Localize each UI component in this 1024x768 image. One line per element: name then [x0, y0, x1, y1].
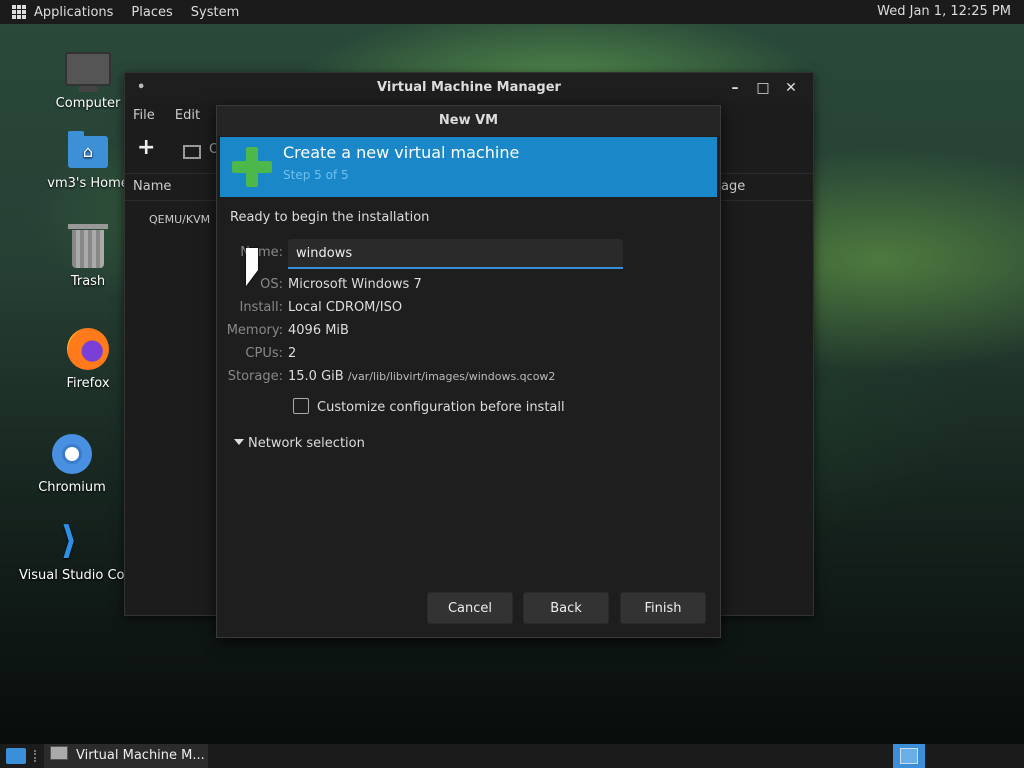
mouse-cursor-icon [246, 248, 258, 286]
banner-title: Create a new virtual machine [283, 143, 520, 162]
finish-button[interactable]: Finish [620, 592, 706, 624]
desktop-icon-vscode[interactable]: ⟩ Visual Studio Code [14, 520, 124, 583]
places-menu[interactable]: Places [131, 5, 172, 20]
cancel-button[interactable]: Cancel [427, 592, 513, 624]
minimize-icon[interactable]: – [721, 73, 749, 103]
wizard-banner: Create a new virtual machine Step 5 of 5 [220, 137, 717, 197]
memory-value: 4096 MiB [288, 323, 349, 338]
chromium-icon [52, 434, 92, 474]
firefox-icon [67, 328, 109, 370]
network-selection-expander[interactable]: Network selection [234, 436, 365, 451]
applications-menu[interactable]: Applications [34, 5, 113, 20]
back-button[interactable]: Back [523, 592, 609, 624]
install-row: Install: Local CDROM/ISO [217, 300, 720, 320]
storage-value: 15.0 GiB /var/lib/libvirt/images/windows… [288, 369, 555, 384]
storage-label: Storage: [227, 369, 283, 384]
close-icon[interactable]: ✕ [777, 73, 805, 103]
menu-file[interactable]: File [133, 108, 155, 123]
taskbar-item-vmm[interactable]: Virtual Machine M... [44, 744, 208, 768]
vmm-title: Virtual Machine Manager [377, 80, 561, 95]
customize-checkbox[interactable] [293, 398, 309, 414]
maximize-icon[interactable]: □ [749, 73, 777, 103]
system-menu[interactable]: System [191, 5, 239, 20]
install-value: Local CDROM/ISO [288, 300, 403, 315]
workspace-switcher[interactable] [893, 744, 925, 768]
vmm-app-icon [50, 746, 68, 760]
column-name[interactable]: Name [133, 179, 171, 194]
os-value: Microsoft Windows 7 [288, 277, 422, 292]
customize-checkbox-row[interactable]: Customize configuration before install [293, 398, 565, 415]
cpus-label: CPUs: [245, 346, 283, 361]
taskbar-item-label: Virtual Machine M... [76, 748, 205, 763]
show-desktop-icon[interactable] [6, 748, 26, 764]
customize-label[interactable]: Customize configuration before install [317, 400, 565, 415]
dialog-title[interactable]: New VM [217, 106, 720, 136]
clock[interactable]: Wed Jan 1, 12:25 PM [877, 4, 1011, 19]
banner-step: Step 5 of 5 [283, 168, 349, 182]
os-row: OS: Microsoft Windows 7 [217, 277, 720, 297]
storage-size: 15.0 GiB [288, 369, 344, 384]
add-vm-icon [232, 147, 272, 187]
ready-text: Ready to begin the installation [230, 210, 430, 225]
memory-label: Memory: [226, 323, 283, 338]
taskbar-grip-icon[interactable] [34, 750, 40, 762]
trash-icon [68, 224, 108, 268]
apps-grid-icon[interactable] [12, 5, 26, 19]
menu-edit[interactable]: Edit [175, 108, 200, 123]
desktop-icon-chromium[interactable]: Chromium [17, 434, 127, 495]
desktop-icon-label: Chromium [38, 480, 106, 495]
vmm-titlebar[interactable]: • Virtual Machine Manager – □ ✕ [125, 73, 813, 103]
os-label: OS: [260, 277, 283, 292]
new-vm-dialog: New VM Create a new virtual machine Step… [216, 105, 721, 638]
desktop-icon-label: Visual Studio Code [19, 568, 124, 583]
column-usage[interactable]: age [721, 174, 745, 200]
name-input[interactable] [288, 239, 623, 269]
storage-row: Storage: 15.0 GiB /var/lib/libvirt/image… [217, 369, 720, 389]
expander-arrow-icon [234, 439, 244, 445]
computer-icon [65, 52, 111, 92]
cpus-row: CPUs: 2 [217, 346, 720, 366]
storage-path: /var/lib/libvirt/images/windows.qcow2 [347, 370, 556, 383]
install-label: Install: [239, 300, 283, 315]
bottom-taskbar: Virtual Machine M... [0, 744, 1024, 768]
workspace-icon [900, 748, 918, 764]
home-folder-icon: ⌂ [68, 131, 108, 168]
new-vm-plus-icon[interactable]: + [137, 135, 155, 160]
memory-row: Memory: 4096 MiB [217, 323, 720, 343]
network-selection-label: Network selection [248, 436, 365, 451]
cpus-value: 2 [288, 346, 297, 361]
top-panel: Applications Places System Wed Jan 1, 12… [0, 0, 1024, 24]
window-menu-icon[interactable]: • [137, 73, 145, 103]
vscode-icon: ⟩ [60, 520, 78, 562]
open-console-icon[interactable] [183, 145, 201, 159]
